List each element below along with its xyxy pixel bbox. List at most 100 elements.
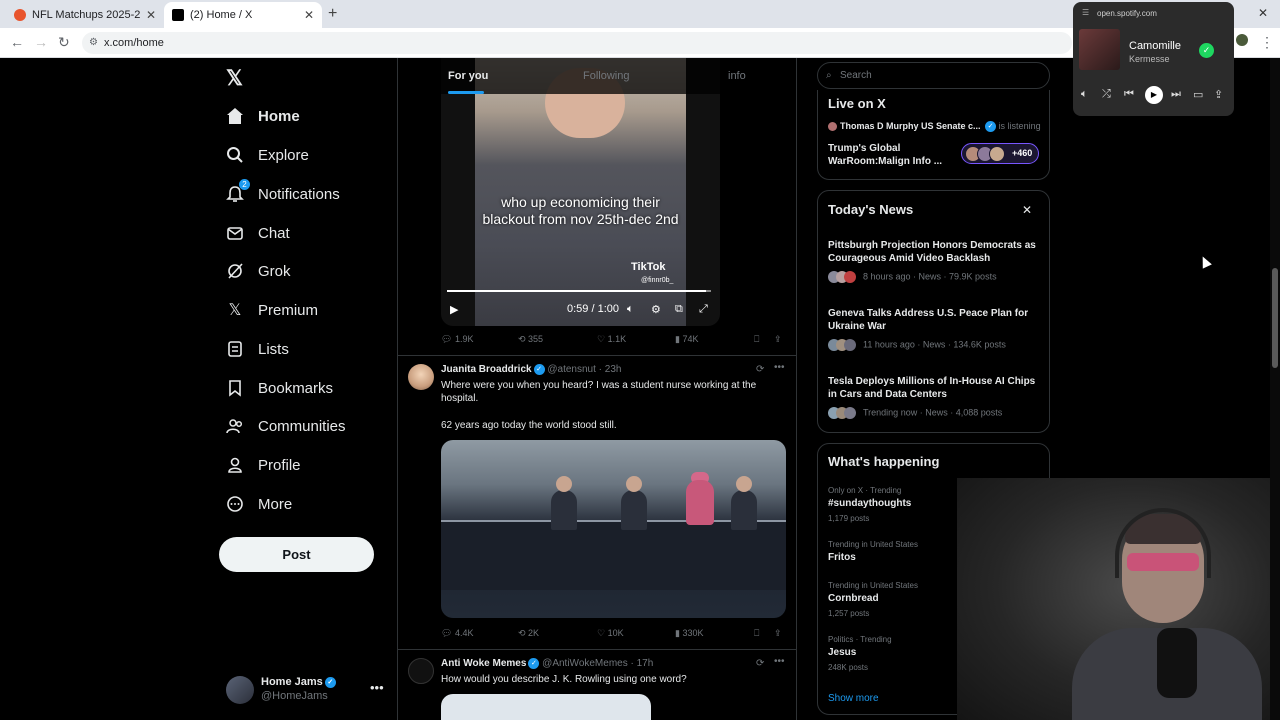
play-icon[interactable]: ▶ — [1145, 86, 1163, 104]
forward-icon[interactable]: → — [34, 34, 48, 50]
live-title[interactable]: Trump's Global WarRoom:Malign Info ... — [828, 142, 953, 168]
nav-explore[interactable]: Explore — [226, 140, 309, 170]
author-handle[interactable]: @AntiWokeMemes — [542, 658, 628, 669]
video-player[interactable]: who up economicing their blackout from n… — [441, 58, 720, 326]
account-switcher[interactable]: Home Jams ✓ @HomeJams ••• — [226, 674, 386, 708]
reload-icon[interactable]: ↻ — [58, 34, 70, 51]
views-button[interactable]: ▮ 330K — [675, 628, 703, 639]
back-icon[interactable]: ← — [10, 34, 24, 50]
search-placeholder: Search — [840, 70, 872, 81]
share-icon[interactable]: ⇪ — [774, 334, 782, 345]
browser-menu-icon[interactable]: ⋮ — [1260, 34, 1274, 51]
tab-for-you[interactable]: For you — [448, 70, 488, 82]
news-avatars — [828, 271, 860, 283]
browser-tab-x[interactable]: (2) Home / X ✕ — [164, 2, 322, 28]
nav-label: Bookmarks — [258, 379, 334, 397]
page-scrollbar[interactable] — [1270, 58, 1280, 720]
author-name[interactable]: Juanita Broaddrick — [441, 364, 532, 375]
reply-button[interactable]: 💬︎ 4.4K — [441, 628, 473, 639]
news-item-title[interactable]: Tesla Deploys Millions of In-House AI Ch… — [828, 375, 1043, 401]
browser-tab-nfl[interactable]: NFL Matchups 2025-2026 - Tod ✕ — [6, 2, 164, 28]
fullscreen-icon[interactable]: ⤢ — [699, 303, 708, 316]
nav-more[interactable]: More — [226, 489, 292, 519]
tweet-photo[interactable] — [441, 694, 651, 720]
live-host[interactable]: Thomas D Murphy US Senate c... ✓ is list… — [828, 121, 1041, 133]
trend-name[interactable]: Fritos — [828, 552, 856, 563]
grok-icon[interactable]: ⟳ — [756, 364, 764, 375]
tab-info[interactable]: info — [728, 70, 746, 82]
close-icon[interactable]: ✕ — [1022, 203, 1032, 217]
search-input[interactable]: ⌕ Search — [817, 62, 1050, 89]
scrollbar-thumb[interactable] — [1272, 268, 1278, 368]
nav-notifications[interactable]: 2 Notifications — [226, 179, 340, 209]
reply-button[interactable]: 💬︎ 1.9K — [441, 334, 473, 345]
bookmark-icon[interactable]: ⎕ — [754, 334, 759, 345]
video-frame — [475, 58, 686, 326]
live-listeners-pill[interactable]: +460 — [961, 143, 1039, 164]
nav-home[interactable]: Home — [226, 101, 300, 131]
window-close-icon[interactable]: ✕ — [1258, 6, 1268, 20]
nav-communities[interactable]: Communities — [226, 411, 346, 441]
nav-label: Explore — [258, 146, 309, 164]
play-icon[interactable]: ▶ — [450, 303, 458, 316]
tiktok-handle: @finnr0b_ — [641, 277, 674, 284]
like-button[interactable]: ♡ 10K — [597, 628, 624, 639]
trend-name[interactable]: Cornbread — [828, 593, 879, 604]
saved-check-icon[interactable]: ✓ — [1199, 43, 1214, 58]
address-bar[interactable]: ⚙ x.com/home — [82, 32, 1072, 54]
volume-icon[interactable]: 🔈︎ — [627, 303, 634, 316]
nav-profile[interactable]: Profile — [226, 450, 301, 480]
site-info-icon[interactable]: ⚙ — [89, 32, 98, 54]
repost-button[interactable]: ⟲ 2K — [518, 628, 539, 639]
new-tab-icon[interactable]: + — [328, 5, 337, 23]
bookmark-icon[interactable]: ⎕ — [754, 628, 759, 639]
tiktok-watermark: TikTok — [631, 261, 666, 273]
news-avatars — [828, 407, 860, 419]
next-icon[interactable]: ⏭ — [1171, 88, 1181, 101]
tweet-time[interactable]: · 23h — [599, 364, 622, 375]
views-button[interactable]: ▮ 74K — [675, 334, 698, 345]
grok-icon[interactable]: ⟳ — [756, 658, 764, 669]
nav-lists[interactable]: Lists — [226, 334, 289, 364]
author-handle[interactable]: @atensnut — [547, 364, 596, 375]
trend-name[interactable]: #sundaythoughts — [828, 498, 911, 509]
tab-title: NFL Matchups 2025-2026 - Tod — [32, 9, 140, 21]
show-more-link[interactable]: Show more — [828, 693, 879, 704]
nav-bookmarks[interactable]: Bookmarks — [226, 373, 333, 403]
trend-count: 1,257 posts — [828, 609, 870, 618]
share-icon[interactable]: ⇪ — [774, 628, 782, 639]
share-icon[interactable]: ⇪ — [1214, 88, 1223, 101]
more-dots-icon[interactable]: ••• — [370, 680, 384, 695]
x-logo-icon[interactable]: 𝕏 — [226, 66, 243, 91]
repost-button[interactable]: ⟲ 355 — [518, 334, 543, 345]
settings-icon[interactable]: ⚙ — [651, 303, 661, 316]
trend-category: Politics · Trending — [828, 635, 892, 644]
video-progress-bar[interactable] — [447, 290, 711, 292]
nav-premium[interactable]: 𝕏 Premium — [226, 295, 318, 325]
previous-icon[interactable]: ⏮ — [1124, 88, 1134, 101]
close-tab-icon[interactable]: ✕ — [146, 8, 156, 22]
avatar[interactable] — [408, 658, 434, 684]
more-dots-icon[interactable]: ••• — [774, 656, 785, 667]
tweet-time[interactable]: · 17h — [631, 658, 654, 669]
device-icon[interactable]: ▭ — [1193, 88, 1203, 101]
trend-name[interactable]: Jesus — [828, 647, 856, 658]
volume-icon[interactable]: 🔈︎ — [1081, 88, 1088, 101]
tab-following[interactable]: Following — [583, 70, 629, 82]
close-tab-icon[interactable]: ✕ — [304, 8, 314, 22]
more-dots-icon[interactable]: ••• — [774, 362, 785, 373]
news-meta-text: Trending now · News · 4,088 posts — [863, 407, 1003, 418]
pip-icon[interactable]: ⧉ — [675, 303, 683, 316]
nav-chat[interactable]: Chat — [226, 218, 290, 248]
shuffle-icon[interactable]: ⤮ — [1102, 88, 1111, 101]
profile-avatar-icon[interactable] — [1236, 34, 1248, 46]
avatar[interactable] — [408, 364, 434, 390]
news-item-title[interactable]: Pittsburgh Projection Honors Democrats a… — [828, 239, 1043, 265]
author-name[interactable]: Anti Woke Memes — [441, 658, 526, 669]
news-item-title[interactable]: Geneva Talks Address U.S. Peace Plan for… — [828, 307, 1043, 333]
nav-grok[interactable]: Grok — [226, 256, 291, 286]
tweet-photo[interactable] — [441, 440, 786, 618]
verified-icon: ✓ — [533, 364, 545, 375]
like-button[interactable]: ♡ 1.1K — [597, 334, 626, 345]
post-button[interactable]: Post — [219, 537, 374, 572]
